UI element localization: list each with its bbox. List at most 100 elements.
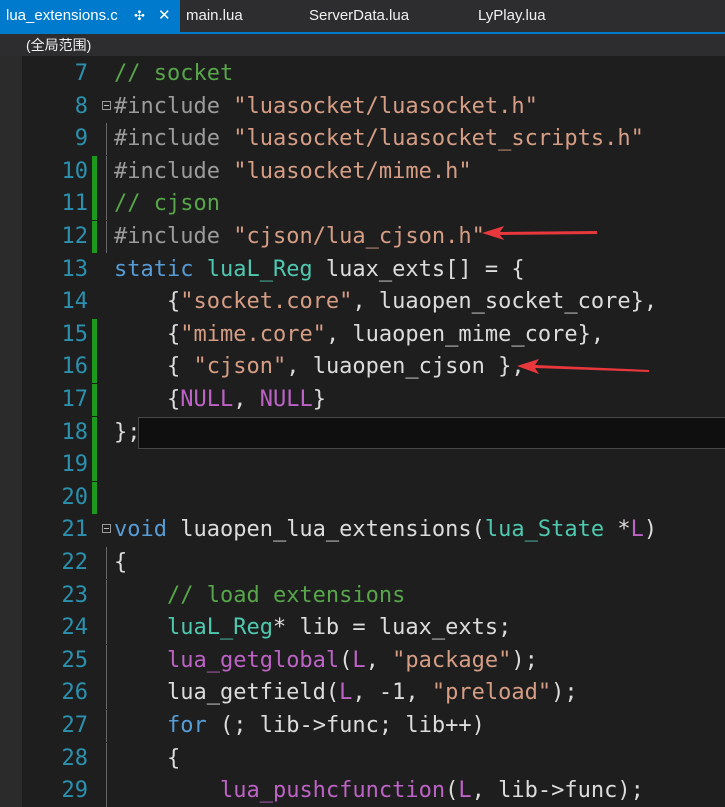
code-text: {	[114, 547, 127, 579]
code-line[interactable]: 26 lua_getfield(L, -1, "preload");	[22, 677, 725, 710]
code-token: ,	[365, 647, 393, 673]
code-token: ,	[233, 387, 260, 412]
code-text: {"socket.core", luaopen_socket_core},	[114, 286, 657, 318]
code-line[interactable]: 23 // load extensions	[22, 579, 725, 612]
line-number: 22	[61, 550, 89, 575]
change-indicator	[92, 188, 97, 221]
code-token: (	[339, 647, 353, 673]
line-number: 28	[61, 745, 89, 771]
code-text: // cjson	[114, 188, 220, 220]
line-number: 25	[61, 647, 89, 673]
code-token: , luaopen_cjson },	[286, 354, 525, 380]
code-token: "socket.core"	[180, 289, 353, 315]
tab-main-lua[interactable]: main.lua	[186, 0, 243, 32]
scope-dropdown[interactable]: (全局范围)	[0, 34, 725, 56]
code-line[interactable]: 25 lua_getglobal(L, "package");	[22, 644, 725, 677]
code-line[interactable]: 24 luaL_Reg* lib = luax_exts;	[22, 612, 725, 645]
code-text: {"mime.core", luaopen_mime_core},	[114, 319, 604, 351]
code-token: "preload"	[431, 680, 552, 706]
editor-left-margin	[0, 56, 22, 807]
red-arrow-icon	[482, 226, 597, 240]
code-token: {	[114, 550, 128, 575]
code-token: "luasocket/mime.h"	[233, 158, 472, 184]
line-number: 14	[61, 289, 89, 315]
code-line[interactable]: 17 {NULL, NULL}	[22, 384, 725, 416]
collapse-icon[interactable]	[102, 524, 111, 534]
line-number: 17	[61, 387, 89, 412]
tab-bar: lua_extensions.c ✣ ✕ main.lua ServerData…	[0, 0, 725, 34]
code-token: L	[352, 647, 366, 673]
code-text: for (; lib->func; lib++)	[114, 710, 485, 742]
current-line-highlight	[138, 416, 725, 449]
line-number: 8	[74, 93, 88, 119]
outline-guide	[106, 155, 107, 188]
code-token: #include	[114, 93, 234, 119]
code-editor[interactable]: 7 // socket 8 #include "luasocket/luasocket…	[0, 56, 725, 807]
code-line[interactable]: 18};	[22, 416, 725, 449]
code-token: luaopen_lua_extensions(	[166, 517, 485, 543]
code-line[interactable]: 14 {"socket.core", luaopen_socket_core},	[22, 286, 725, 318]
code-line[interactable]: 19	[22, 449, 725, 482]
code-token: );	[511, 647, 538, 673]
code-line[interactable]: 8 #include "luasocket/luasocket.h"	[22, 91, 725, 123]
code-token: luaL_Reg	[206, 256, 313, 282]
code-token: "luasocket/luasocket_scripts.h"	[233, 126, 644, 152]
outline-guide	[106, 742, 107, 775]
code-token: );	[551, 680, 578, 706]
code-text: luaL_Reg* lib = luax_exts;	[114, 612, 511, 644]
code-line[interactable]: 20	[22, 481, 725, 514]
code-token: (; lib->func; lib++)	[206, 713, 485, 738]
change-indicator	[92, 481, 97, 514]
code-line[interactable]: 27 for (; lib->func; lib++)	[22, 710, 725, 742]
change-indicator	[92, 351, 97, 384]
tab-label: lua_extensions.c	[6, 7, 118, 24]
code-line[interactable]: 21 void luaopen_lua_extensions(lua_State …	[22, 514, 725, 546]
code-token: "luasocket/luasocket.h"	[233, 93, 538, 119]
code-text: #include "luasocket/luasocket_scripts.h"	[114, 123, 644, 155]
code-line[interactable]: 13 static luaL_Reg luax_exts[] = {	[22, 254, 725, 286]
code-token: NULL	[259, 387, 313, 412]
line-number: 10	[61, 158, 89, 184]
outline-guide	[106, 710, 107, 742]
red-arrow-icon	[517, 359, 649, 374]
code-text: // load extensions	[114, 580, 405, 612]
code-line[interactable]: 9 #include "luasocket/luasocket_scripts.h…	[22, 123, 725, 156]
code-line[interactable]: 10 #include "luasocket/mime.h"	[22, 155, 725, 188]
line-number: 15	[61, 321, 89, 347]
code-text: static luaL_Reg luax_exts[] = {	[114, 254, 525, 286]
code-token: lua_getglobal	[166, 647, 340, 673]
code-token: lua_pushcfunction	[219, 778, 446, 804]
code-token: {	[114, 354, 194, 380]
outline-guide	[106, 579, 107, 612]
code-text: lua_getglobal(L, "package");	[114, 645, 538, 677]
code-line[interactable]: 28 {	[22, 742, 725, 775]
code-line[interactable]: 29 lua_pushcfunction(L, lib->func);	[22, 775, 725, 807]
code-token: // load extensions	[166, 582, 406, 608]
code-token: // cjson	[114, 191, 220, 217]
tab-label: main.lua	[186, 7, 243, 24]
close-icon[interactable]: ✕	[158, 0, 171, 32]
code-line[interactable]: 11 // cjson	[22, 188, 725, 221]
change-indicator	[92, 318, 97, 351]
change-indicator	[92, 384, 97, 416]
code-token: L	[630, 517, 644, 543]
tab-serverdata-lua[interactable]: ServerData.lua	[309, 0, 409, 32]
tab-lyplay-lua[interactable]: LyPlay.lua	[478, 0, 546, 32]
pin-icon[interactable]: ✣	[134, 0, 145, 32]
tab-lua-extensions-c[interactable]: lua_extensions.c ✣ ✕	[0, 0, 180, 32]
code-token: *	[604, 517, 631, 543]
code-text: #include "luasocket/luasocket.h"	[114, 91, 538, 123]
code-text: { "cjson", luaopen_cjson },	[114, 351, 525, 383]
change-indicator	[92, 155, 97, 188]
code-text: lua_getfield(L, -1, "preload");	[114, 677, 578, 709]
code-line[interactable]: 15 {"mime.core", luaopen_mime_core},	[22, 318, 725, 351]
line-number: 27	[61, 713, 89, 738]
collapse-icon[interactable]	[102, 100, 111, 110]
code-line[interactable]: 22 {	[22, 547, 725, 579]
change-indicator	[92, 449, 97, 482]
line-number: 26	[61, 680, 89, 706]
code-line[interactable]: 12 #include "cjson/lua_cjson.h"	[22, 221, 725, 253]
code-line[interactable]: 7 // socket	[22, 58, 725, 90]
